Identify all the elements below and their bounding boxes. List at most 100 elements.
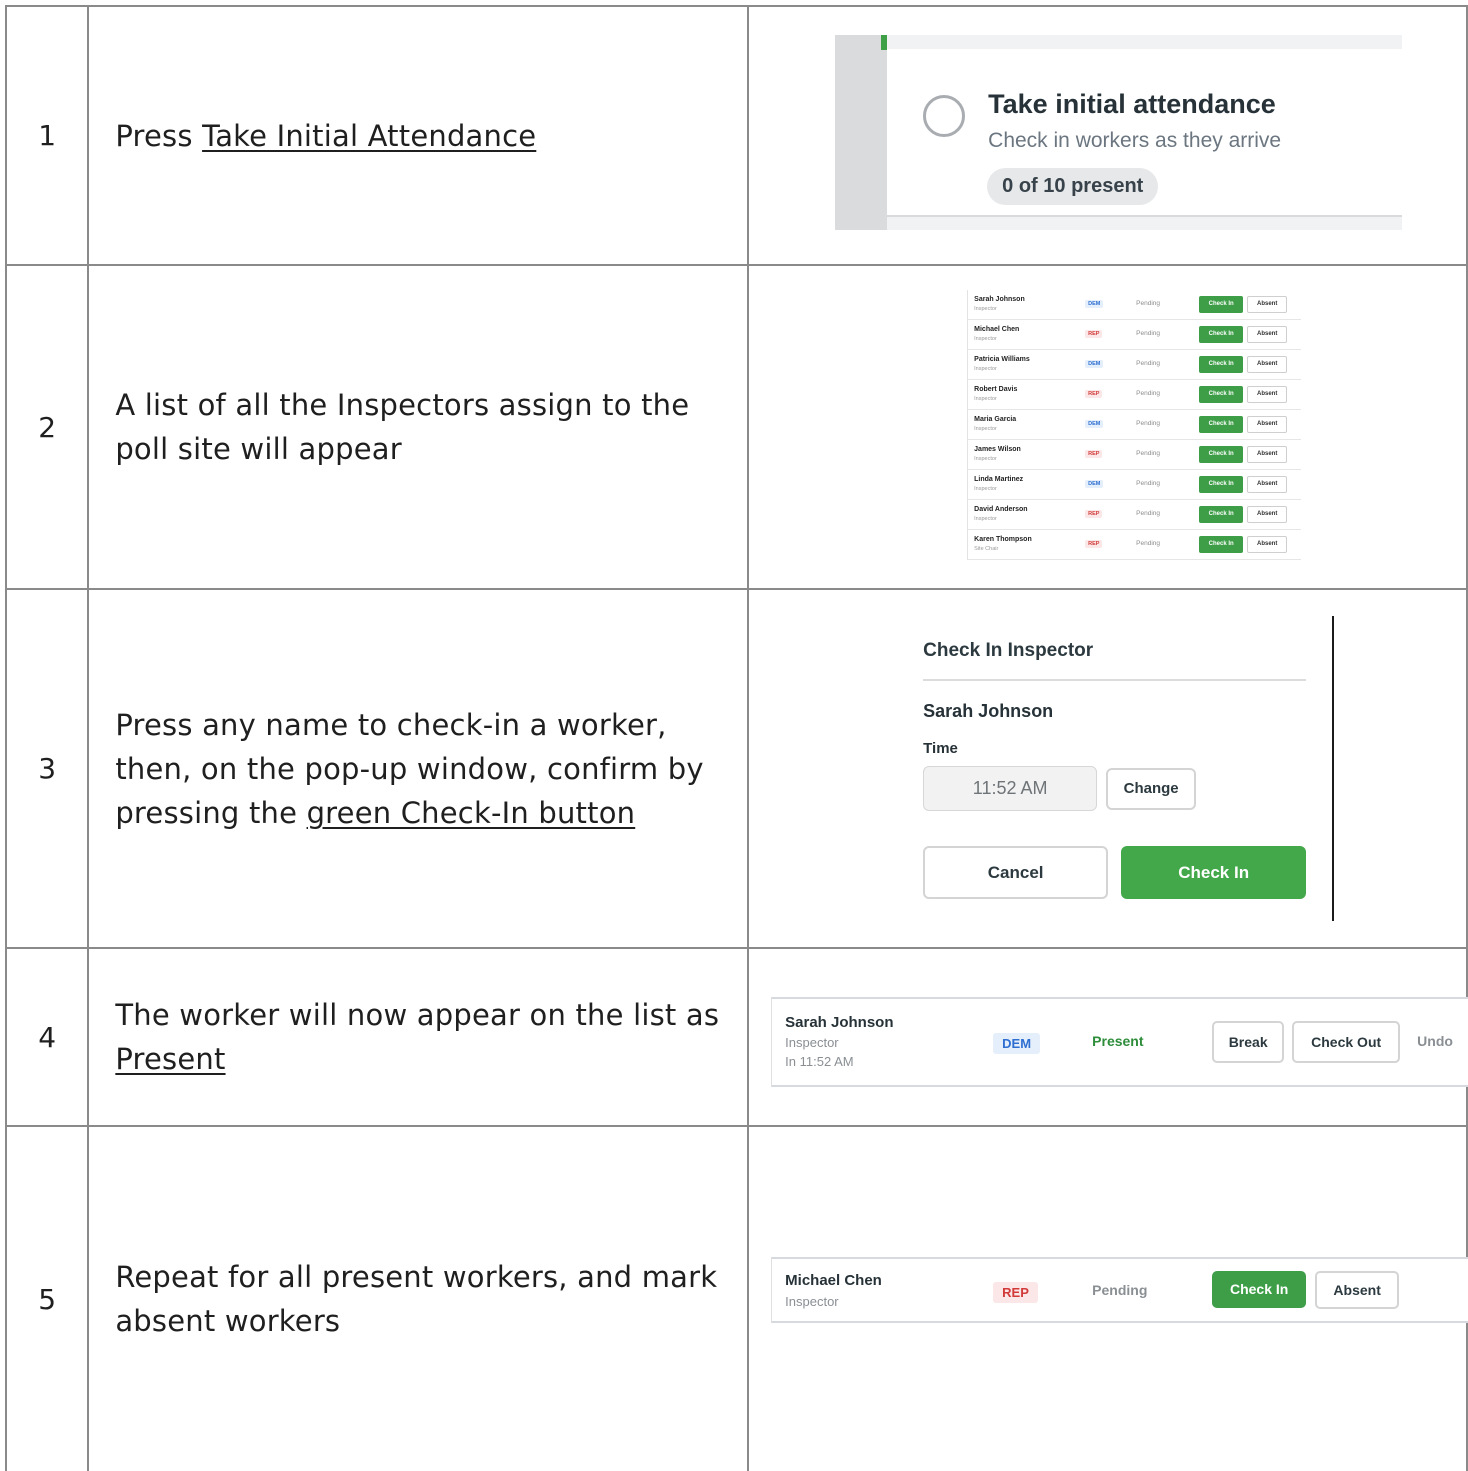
step-link: Take Initial Attendance [202,118,537,153]
step-text-plain: The worker will now appear on the list a… [115,998,720,1032]
worker-role: Inspector [974,306,997,312]
dialog-worker-name: Sarah Johnson [923,701,1054,721]
step-number: 2 [4,264,90,590]
worker-name: Linda Martinez [974,476,1024,483]
check-in-button[interactable]: Check In [1212,1271,1307,1308]
absent-button[interactable]: Absent [1247,476,1288,493]
roster-row[interactable]: Sarah Johnson Inspector DEM Pending Check In… [968,290,1302,320]
check-in-button[interactable]: Check In [1199,386,1244,403]
status-text: Pending [1136,390,1161,397]
party-badge: REP [1085,510,1103,518]
status-text: Pending [1136,510,1161,517]
step-text: Repeat for all present workers, and mark… [87,1125,750,1471]
undo-link[interactable]: Undo [1417,1033,1453,1049]
roster-row[interactable]: James Wilson Inspector REP Pending Check In A… [968,440,1302,470]
absent-button[interactable]: Absent [1247,536,1288,553]
party-badge: REP [993,1282,1038,1303]
change-time-button[interactable]: Change [1106,768,1197,810]
step-link: green Check-In button [306,795,636,830]
worker-name: Sarah Johnson [785,1014,894,1031]
worker-name: Robert Davis [974,386,1018,393]
worker-role: Inspector [974,516,997,522]
break-button[interactable]: Break [1212,1021,1285,1063]
step-text: The worker will now appear on the list a… [87,947,750,1127]
roster-row[interactable]: Patricia Williams Inspector DEM Pending Chec… [968,350,1302,380]
pending-worker-row: Michael Chen Inspector REP Pending Check… [771,1257,1468,1323]
step-text-plain: Press [115,118,203,153]
roster-row[interactable]: David Anderson Inspector REP Pending Check I… [968,500,1302,530]
roster-row[interactable]: Karen Thompson Site Chair REP Pending Check … [968,530,1302,560]
absent-button[interactable]: Absent [1247,296,1288,313]
task-subtitle: Check in workers as they arrive [988,129,1282,152]
instructions-table: 1 Press Take Initial Attendance Take ini… [4,5,1468,1471]
status-text: Pending [1136,540,1161,547]
worker-name: David Anderson [974,506,1028,513]
worker-role: Site Chair [974,546,999,552]
party-badge: DEM [1085,480,1104,488]
absent-button[interactable]: Absent [1247,446,1288,463]
worker-role: Inspector [974,486,997,492]
worker-role: Inspector [974,366,997,372]
roster-row[interactable]: Michael Chen Inspector REP Pending Check In A… [968,320,1302,350]
step-link: Present [115,1042,226,1076]
attendance-task-card[interactable]: Take initial attendance Check in workers… [887,49,1403,217]
time-label: Time [923,740,958,757]
status-text: Pending [1092,1282,1148,1298]
check-out-button[interactable]: Check Out [1292,1021,1401,1063]
check-in-button[interactable]: Check In [1199,536,1244,553]
cancel-button[interactable]: Cancel [923,846,1109,899]
check-in-button[interactable]: Check In [1199,446,1244,463]
time-field[interactable]: 11:52 AM [923,766,1098,811]
check-in-button[interactable]: Check In [1199,476,1244,493]
status-text: Pending [1136,360,1161,367]
worker-name: Michael Chen [974,326,1020,333]
absent-button[interactable]: Absent [1247,416,1288,433]
status-text: Pending [1136,300,1161,307]
task-checkbox-icon[interactable] [923,95,966,137]
step-screenshot: Take initial attendance Check in workers… [747,5,1468,266]
status-text: Pending [1136,330,1161,337]
absent-button[interactable]: Absent [1247,386,1288,403]
worker-name: Patricia Williams [974,356,1030,363]
side-panel [835,35,888,230]
step-row-1: 1 Press Take Initial Attendance Take ini… [4,5,1468,266]
check-in-button[interactable]: Check In [1199,326,1244,343]
check-in-button[interactable]: Check In [1199,296,1244,313]
step-screenshot: Sarah Johnson Inspector DEM Pending Check In… [747,264,1468,590]
attendance-task-screenshot: Take initial attendance Check in workers… [835,35,1403,230]
worker-name: Michael Chen [785,1272,882,1289]
step-number: 3 [4,588,90,949]
absent-button[interactable]: Absent [1247,356,1288,373]
check-in-button[interactable]: Check In [1199,506,1244,523]
status-text: Present [1092,1033,1144,1049]
party-badge: REP [1085,390,1103,398]
absent-button[interactable]: Absent [1247,326,1288,343]
party-badge: REP [1085,450,1103,458]
worker-role: Inspector [974,456,997,462]
step-screenshot: Check In Inspector Sarah Johnson Time 11… [747,588,1468,949]
present-count-badge: 0 of 10 present [987,168,1159,205]
roster-row[interactable]: Linda Martinez Inspector DEM Pending Check I… [968,470,1302,500]
check-in-button[interactable]: Check In [1199,356,1244,373]
step-row-4: 4 The worker will now appear on the list… [4,947,1468,1127]
task-title: Take initial attendance [988,89,1276,119]
worker-name: James Wilson [974,446,1021,453]
worker-name: Maria Garcia [974,416,1017,423]
confirm-check-in-button[interactable]: Check In [1121,846,1307,899]
absent-button[interactable]: Absent [1315,1271,1400,1309]
roster-row[interactable]: Robert Davis Inspector REP Pending Check In A… [968,380,1302,410]
roster-list-screenshot: Sarah Johnson Inspector DEM Pending Check In… [967,290,1302,560]
check-in-button[interactable]: Check In [1199,416,1244,433]
roster-row[interactable]: Maria Garcia Inspector DEM Pending Check In A… [968,410,1302,440]
worker-role: Inspector [785,1035,839,1050]
party-badge: REP [1085,540,1103,548]
dialog-edge [1332,616,1335,921]
dialog-divider [923,679,1307,681]
step-text: A list of all the Inspectors assign to t… [87,264,750,590]
worker-name: Sarah Johnson [974,296,1025,303]
party-badge: DEM [993,1033,1041,1054]
present-worker-row: Sarah Johnson Inspector In 11:52 AM DEM … [771,997,1468,1087]
absent-button[interactable]: Absent [1247,506,1288,523]
step-row-2: 2 A list of all the Inspectors assign to… [4,264,1468,590]
party-badge: DEM [1085,360,1104,368]
